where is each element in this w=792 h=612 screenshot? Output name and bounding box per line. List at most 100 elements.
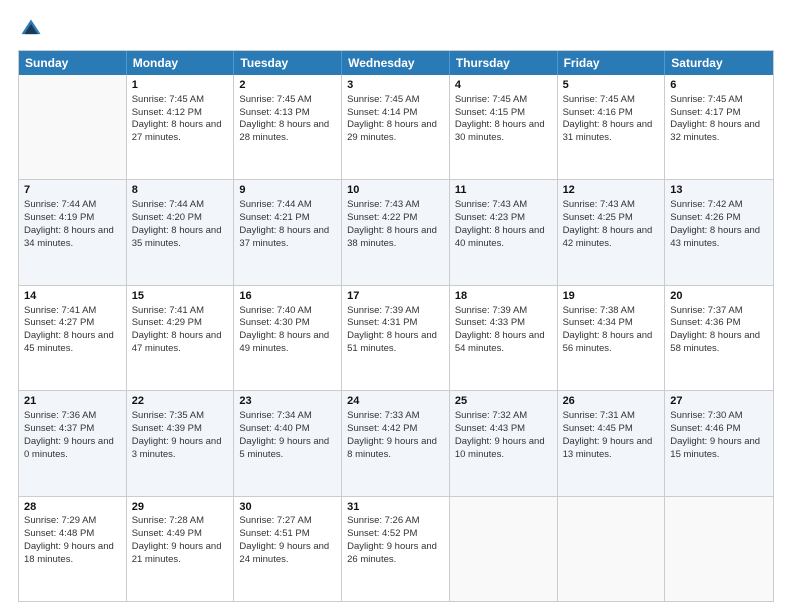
daylight-text: Daylight: 8 hours and 27 minutes. (132, 119, 229, 145)
day-number: 1 (132, 78, 229, 93)
cal-cell-4-6 (665, 497, 773, 601)
cal-cell-2-3: 17Sunrise: 7:39 AMSunset: 4:31 PMDayligh… (342, 286, 450, 390)
sunrise-text: Sunrise: 7:43 AM (563, 199, 660, 212)
cal-cell-1-0: 7Sunrise: 7:44 AMSunset: 4:19 PMDaylight… (19, 180, 127, 284)
sunrise-text: Sunrise: 7:44 AM (24, 199, 121, 212)
calendar-week-3: 21Sunrise: 7:36 AMSunset: 4:37 PMDayligh… (19, 390, 773, 495)
sunset-text: Sunset: 4:49 PM (132, 528, 229, 541)
header-day-saturday: Saturday (665, 51, 773, 75)
sunset-text: Sunset: 4:39 PM (132, 423, 229, 436)
daylight-text: Daylight: 8 hours and 54 minutes. (455, 330, 552, 356)
cal-cell-0-4: 4Sunrise: 7:45 AMSunset: 4:15 PMDaylight… (450, 75, 558, 179)
sunset-text: Sunset: 4:34 PM (563, 317, 660, 330)
daylight-text: Daylight: 9 hours and 3 minutes. (132, 436, 229, 462)
sunrise-text: Sunrise: 7:42 AM (670, 199, 768, 212)
cal-cell-4-1: 29Sunrise: 7:28 AMSunset: 4:49 PMDayligh… (127, 497, 235, 601)
sunset-text: Sunset: 4:19 PM (24, 212, 121, 225)
daylight-text: Daylight: 8 hours and 31 minutes. (563, 119, 660, 145)
day-number: 3 (347, 78, 444, 93)
sunset-text: Sunset: 4:52 PM (347, 528, 444, 541)
sunset-text: Sunset: 4:29 PM (132, 317, 229, 330)
day-number: 26 (563, 394, 660, 409)
day-number: 27 (670, 394, 768, 409)
sunset-text: Sunset: 4:17 PM (670, 107, 768, 120)
sunrise-text: Sunrise: 7:35 AM (132, 410, 229, 423)
header-day-friday: Friday (558, 51, 666, 75)
sunset-text: Sunset: 4:14 PM (347, 107, 444, 120)
day-number: 28 (24, 500, 121, 515)
sunset-text: Sunset: 4:40 PM (239, 423, 336, 436)
sunset-text: Sunset: 4:21 PM (239, 212, 336, 225)
day-number: 17 (347, 289, 444, 304)
page: SundayMondayTuesdayWednesdayThursdayFrid… (0, 0, 792, 612)
sunset-text: Sunset: 4:31 PM (347, 317, 444, 330)
cal-cell-2-4: 18Sunrise: 7:39 AMSunset: 4:33 PMDayligh… (450, 286, 558, 390)
day-number: 29 (132, 500, 229, 515)
day-number: 8 (132, 183, 229, 198)
day-number: 14 (24, 289, 121, 304)
daylight-text: Daylight: 9 hours and 24 minutes. (239, 541, 336, 567)
daylight-text: Daylight: 8 hours and 30 minutes. (455, 119, 552, 145)
cal-cell-2-0: 14Sunrise: 7:41 AMSunset: 4:27 PMDayligh… (19, 286, 127, 390)
sunrise-text: Sunrise: 7:45 AM (455, 94, 552, 107)
cal-cell-1-2: 9Sunrise: 7:44 AMSunset: 4:21 PMDaylight… (234, 180, 342, 284)
sunrise-text: Sunrise: 7:45 AM (239, 94, 336, 107)
day-number: 6 (670, 78, 768, 93)
logo-icon (20, 18, 42, 40)
sunrise-text: Sunrise: 7:32 AM (455, 410, 552, 423)
sunset-text: Sunset: 4:46 PM (670, 423, 768, 436)
daylight-text: Daylight: 8 hours and 32 minutes. (670, 119, 768, 145)
sunset-text: Sunset: 4:36 PM (670, 317, 768, 330)
cal-cell-2-5: 19Sunrise: 7:38 AMSunset: 4:34 PMDayligh… (558, 286, 666, 390)
sunset-text: Sunset: 4:51 PM (239, 528, 336, 541)
cal-cell-1-1: 8Sunrise: 7:44 AMSunset: 4:20 PMDaylight… (127, 180, 235, 284)
sunset-text: Sunset: 4:33 PM (455, 317, 552, 330)
sunrise-text: Sunrise: 7:38 AM (563, 305, 660, 318)
sunset-text: Sunset: 4:26 PM (670, 212, 768, 225)
daylight-text: Daylight: 8 hours and 35 minutes. (132, 225, 229, 251)
daylight-text: Daylight: 8 hours and 56 minutes. (563, 330, 660, 356)
calendar-week-1: 7Sunrise: 7:44 AMSunset: 4:19 PMDaylight… (19, 179, 773, 284)
daylight-text: Daylight: 9 hours and 26 minutes. (347, 541, 444, 567)
daylight-text: Daylight: 8 hours and 38 minutes. (347, 225, 444, 251)
sunrise-text: Sunrise: 7:29 AM (24, 515, 121, 528)
daylight-text: Daylight: 9 hours and 18 minutes. (24, 541, 121, 567)
daylight-text: Daylight: 8 hours and 29 minutes. (347, 119, 444, 145)
daylight-text: Daylight: 8 hours and 45 minutes. (24, 330, 121, 356)
sunrise-text: Sunrise: 7:26 AM (347, 515, 444, 528)
cal-cell-2-6: 20Sunrise: 7:37 AMSunset: 4:36 PMDayligh… (665, 286, 773, 390)
day-number: 11 (455, 183, 552, 198)
header-day-sunday: Sunday (19, 51, 127, 75)
cal-cell-3-3: 24Sunrise: 7:33 AMSunset: 4:42 PMDayligh… (342, 391, 450, 495)
cal-cell-1-6: 13Sunrise: 7:42 AMSunset: 4:26 PMDayligh… (665, 180, 773, 284)
sunrise-text: Sunrise: 7:30 AM (670, 410, 768, 423)
sunrise-text: Sunrise: 7:39 AM (455, 305, 552, 318)
sunrise-text: Sunrise: 7:33 AM (347, 410, 444, 423)
cal-cell-4-0: 28Sunrise: 7:29 AMSunset: 4:48 PMDayligh… (19, 497, 127, 601)
calendar-week-0: 1Sunrise: 7:45 AMSunset: 4:12 PMDaylight… (19, 75, 773, 179)
sunrise-text: Sunrise: 7:41 AM (24, 305, 121, 318)
daylight-text: Daylight: 8 hours and 40 minutes. (455, 225, 552, 251)
day-number: 31 (347, 500, 444, 515)
sunrise-text: Sunrise: 7:31 AM (563, 410, 660, 423)
cal-cell-4-5 (558, 497, 666, 601)
header (18, 18, 774, 40)
sunrise-text: Sunrise: 7:27 AM (239, 515, 336, 528)
sunset-text: Sunset: 4:48 PM (24, 528, 121, 541)
sunrise-text: Sunrise: 7:44 AM (132, 199, 229, 212)
cal-cell-2-2: 16Sunrise: 7:40 AMSunset: 4:30 PMDayligh… (234, 286, 342, 390)
sunrise-text: Sunrise: 7:43 AM (455, 199, 552, 212)
day-number: 13 (670, 183, 768, 198)
header-day-monday: Monday (127, 51, 235, 75)
sunrise-text: Sunrise: 7:45 AM (347, 94, 444, 107)
day-number: 24 (347, 394, 444, 409)
cal-cell-1-5: 12Sunrise: 7:43 AMSunset: 4:25 PMDayligh… (558, 180, 666, 284)
sunset-text: Sunset: 4:23 PM (455, 212, 552, 225)
day-number: 4 (455, 78, 552, 93)
sunset-text: Sunset: 4:12 PM (132, 107, 229, 120)
sunrise-text: Sunrise: 7:39 AM (347, 305, 444, 318)
day-number: 25 (455, 394, 552, 409)
sunrise-text: Sunrise: 7:34 AM (239, 410, 336, 423)
day-number: 10 (347, 183, 444, 198)
sunset-text: Sunset: 4:22 PM (347, 212, 444, 225)
